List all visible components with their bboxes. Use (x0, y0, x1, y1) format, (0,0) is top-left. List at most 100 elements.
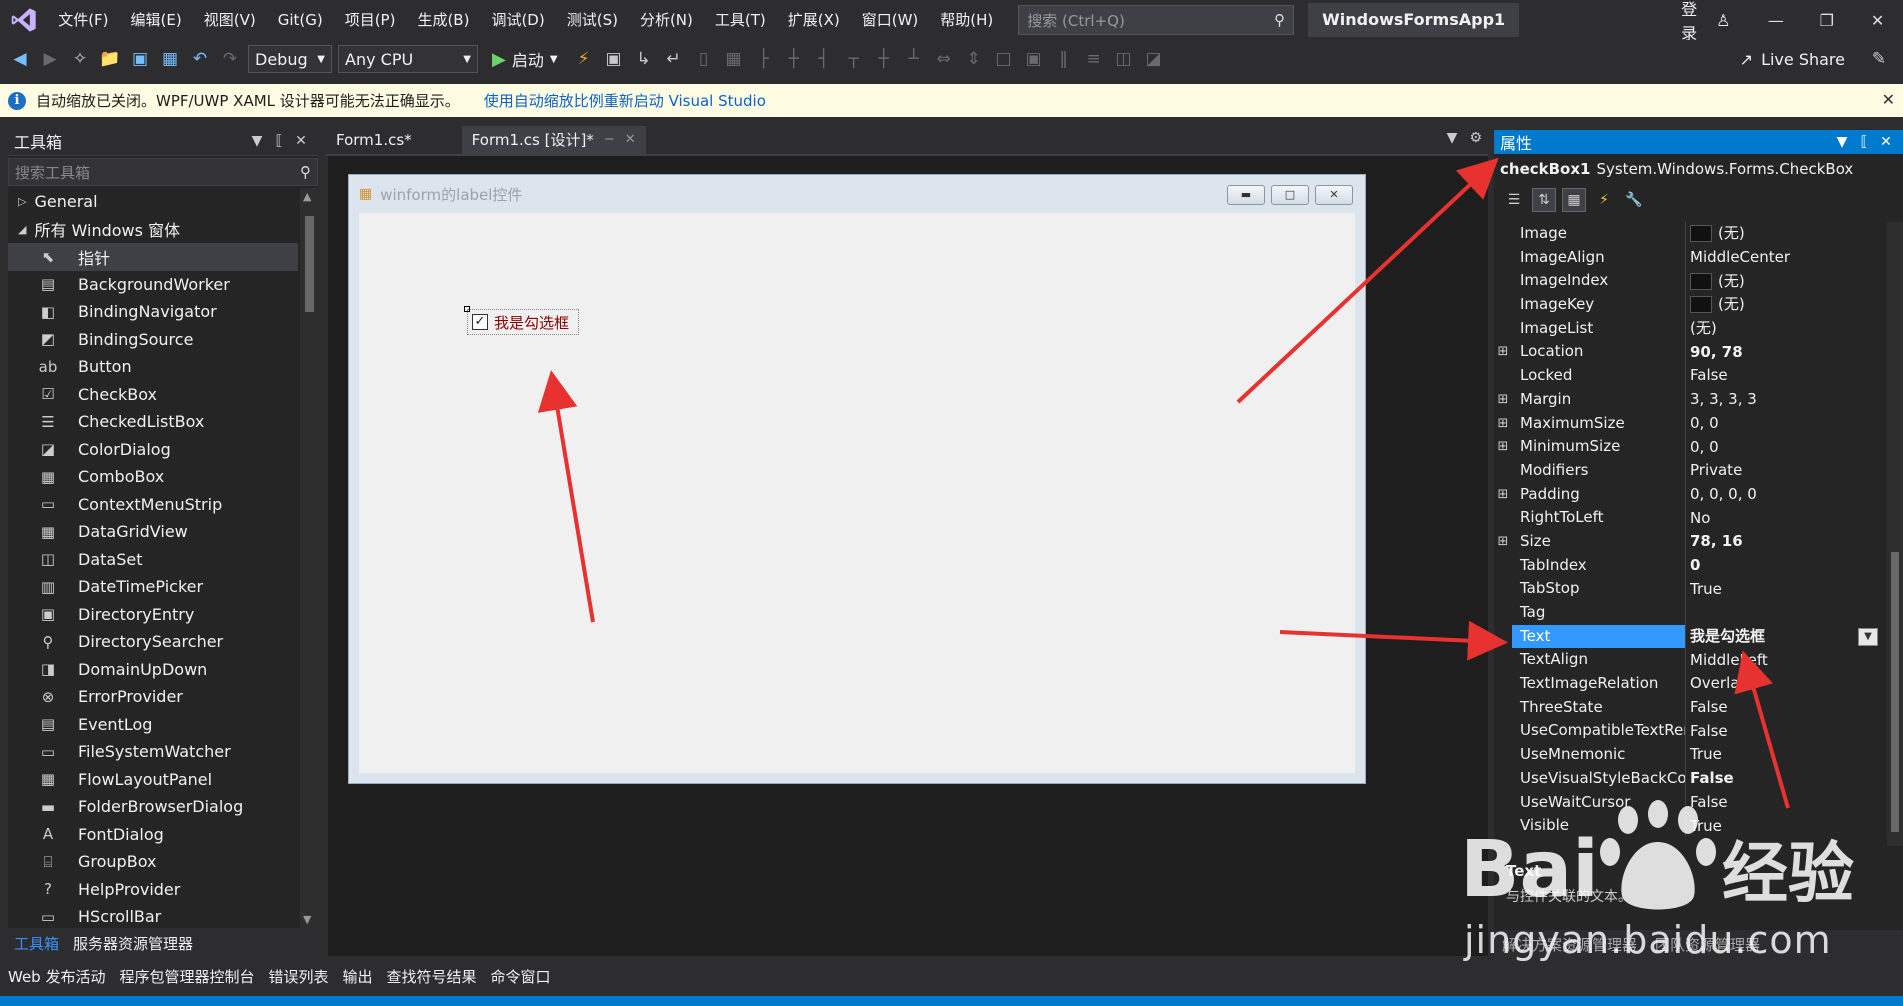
toolbox-search-input[interactable]: 搜索工具箱 ⚲ (8, 158, 318, 186)
same-width-icon[interactable]: ⇔ (932, 47, 956, 71)
property-row[interactable]: ThreeState False (1494, 695, 1886, 720)
toolbox-item[interactable]: ? HelpProvider (8, 876, 298, 904)
toolbox-item[interactable]: ▭ FileSystemWatcher (8, 738, 298, 766)
configuration-select[interactable]: Debug ▼ (248, 45, 332, 73)
property-row[interactable]: TextAlign MiddleLeft (1494, 648, 1886, 673)
property-value[interactable]: 我是勾选框 ▼ (1686, 625, 1886, 649)
menu-item-8[interactable]: 分析(N) (629, 0, 704, 40)
window-position-icon[interactable]: ▼ (246, 133, 268, 149)
toolbox-item[interactable]: ◨ DomainUpDown (8, 656, 298, 684)
tab-toolbox[interactable]: 工具箱 (14, 933, 59, 954)
toolbox-item[interactable]: ▦ FlowLayoutPanel (8, 766, 298, 794)
property-value[interactable]: (无) (1686, 222, 1886, 246)
toolbox-item[interactable]: ◧ BindingNavigator (8, 298, 298, 326)
property-value[interactable]: (无) (1686, 293, 1886, 317)
menu-item-3[interactable]: Git(G) (267, 0, 334, 40)
scroll-thumb[interactable] (1891, 552, 1899, 832)
property-row[interactable]: ImageList (无) (1494, 316, 1886, 341)
property-row[interactable]: UseMnemonic True (1494, 743, 1886, 767)
object-selector[interactable]: checkBox1 System.Windows.Forms.CheckBox (1494, 154, 1903, 184)
redo-icon[interactable]: ↷ (218, 47, 242, 71)
expand-icon[interactable]: ⊞ (1494, 412, 1512, 436)
grid-icon[interactable]: ▦ (722, 47, 746, 71)
bottom-tab[interactable]: 程序包管理器控制台 (119, 966, 254, 987)
close-icon[interactable]: ✕ (1882, 90, 1895, 109)
property-value[interactable]: 3, 3, 3, 3 (1686, 388, 1886, 412)
expand-icon[interactable]: ⊞ (1494, 530, 1512, 554)
toolbox-scrollbar[interactable]: ▲ ▼ (300, 188, 318, 928)
property-row[interactable]: RightToLeft No (1494, 506, 1886, 530)
scroll-up-icon[interactable]: ▲ (303, 190, 311, 203)
property-row[interactable]: ImageKey (无) (1494, 293, 1886, 317)
menu-item-2[interactable]: 视图(V) (193, 0, 267, 40)
property-value[interactable]: True (1686, 577, 1886, 601)
property-value[interactable]: 0, 0, 0, 0 (1686, 483, 1886, 507)
menu-item-9[interactable]: 工具(T) (704, 0, 777, 40)
open-file-icon[interactable]: 📁 (98, 47, 122, 71)
property-value[interactable]: 0, 0 (1686, 435, 1886, 459)
toolbox-group-windows-forms[interactable]: ◢ 所有 Windows 窗体 (8, 216, 298, 244)
property-value[interactable]: False (1686, 791, 1886, 815)
tab-solution-explorer[interactable]: 解决方案资源管理器 (1502, 934, 1637, 955)
menu-item-11[interactable]: 窗口(W) (851, 0, 930, 40)
bring-front-icon[interactable]: ◫ (1112, 47, 1136, 71)
property-row[interactable]: Text 我是勾选框 ▼ (1494, 624, 1886, 649)
property-row[interactable]: TextImageRelation Overlay (1494, 672, 1886, 696)
property-value[interactable]: True (1686, 743, 1886, 767)
bookmark-icon[interactable]: ▯ (692, 47, 716, 71)
same-height-icon[interactable]: ⇕ (962, 47, 986, 71)
property-row[interactable]: ⊞ Location 90, 78 (1494, 340, 1886, 365)
restore-button[interactable]: ❐ (1801, 11, 1852, 30)
property-row[interactable]: Tag (1494, 601, 1886, 625)
property-row[interactable]: ⊞ Margin 3, 3, 3, 3 (1494, 387, 1886, 412)
visual-studio-logo-icon[interactable] (0, 0, 47, 40)
property-value[interactable]: True (1686, 814, 1886, 836)
restart-link[interactable]: 使用自动缩放比例重新启动 Visual Studio (484, 90, 766, 111)
menu-item-1[interactable]: 编辑(E) (120, 0, 193, 40)
properties-scrollbar[interactable] (1887, 222, 1903, 846)
property-value[interactable]: (无) (1686, 317, 1886, 341)
close-icon[interactable]: ✕ (1875, 134, 1897, 150)
toolbox-item[interactable]: ▣ DirectoryEntry (8, 601, 298, 629)
bottom-tab[interactable]: 查找符号结果 (387, 966, 477, 987)
property-row[interactable]: Modifiers Private (1494, 458, 1886, 483)
start-debug-button[interactable]: ▶ 启动 ▼ (484, 47, 566, 71)
property-value[interactable]: 78, 16 (1686, 530, 1886, 554)
tab-form1-code[interactable]: Form1.cs* (326, 126, 422, 154)
property-row[interactable]: ⊞ Padding 0, 0, 0, 0 (1494, 482, 1886, 507)
align-right-icon[interactable]: ┤ (812, 47, 836, 71)
dropdown-icon[interactable]: ▼ (1858, 627, 1878, 646)
property-value[interactable]: False (1686, 719, 1886, 743)
property-value[interactable]: 0 (1686, 554, 1886, 578)
solution-name[interactable]: WindowsFormsApp1 (1308, 3, 1520, 37)
designer-form[interactable]: ▦ winform的label控件 ▬ □ ✕ ✓ 我是勾选框 (348, 174, 1366, 784)
toolbox-item[interactable]: ▤ EventLog (8, 711, 298, 739)
property-row[interactable]: ImageIndex (无) (1494, 269, 1886, 294)
toolbox-item[interactable]: ▥ DateTimePicker (8, 573, 298, 601)
menu-item-4[interactable]: 项目(P) (334, 0, 407, 40)
toolbox-item[interactable]: ▦ DataGridView (8, 518, 298, 546)
alphabetical-icon[interactable]: ⇅ (1532, 188, 1556, 212)
expand-icon[interactable]: ⊞ (1494, 483, 1512, 507)
tab-overflow-icon[interactable]: ▼ (1447, 130, 1458, 146)
toolbox-item[interactable]: ▭ HScrollBar (8, 903, 298, 928)
live-share-button[interactable]: ↗ Live Share (1740, 40, 1845, 78)
categorized-icon[interactable]: ☰ (1502, 188, 1526, 212)
property-row[interactable]: Visible True (1494, 814, 1886, 836)
events-icon[interactable]: ⚡ (1592, 188, 1616, 212)
menu-item-6[interactable]: 调试(D) (480, 0, 555, 40)
property-value[interactable]: MiddleLeft (1686, 648, 1886, 672)
property-row[interactable]: TabStop True (1494, 577, 1886, 601)
property-row[interactable]: TabIndex 0 (1494, 553, 1886, 578)
property-row[interactable]: ⊞ MinimumSize 0, 0 (1494, 435, 1886, 459)
toolbox-item[interactable]: ⊗ ErrorProvider (8, 683, 298, 711)
toolbox-item[interactable]: ⬉ 指针 (8, 243, 298, 271)
toolbox-item[interactable]: ⌸ GroupBox (8, 848, 298, 876)
pin-icon[interactable]: ⟦ (1853, 134, 1875, 150)
toolbox-item[interactable]: ▤ BackgroundWorker (8, 271, 298, 299)
close-button[interactable]: ✕ (1852, 11, 1903, 30)
property-value[interactable]: False (1686, 767, 1886, 791)
minimize-button[interactable]: — (1751, 11, 1802, 30)
toolbox-item[interactable]: ▭ ContextMenuStrip (8, 491, 298, 519)
save-icon[interactable]: ▣ (128, 47, 152, 71)
